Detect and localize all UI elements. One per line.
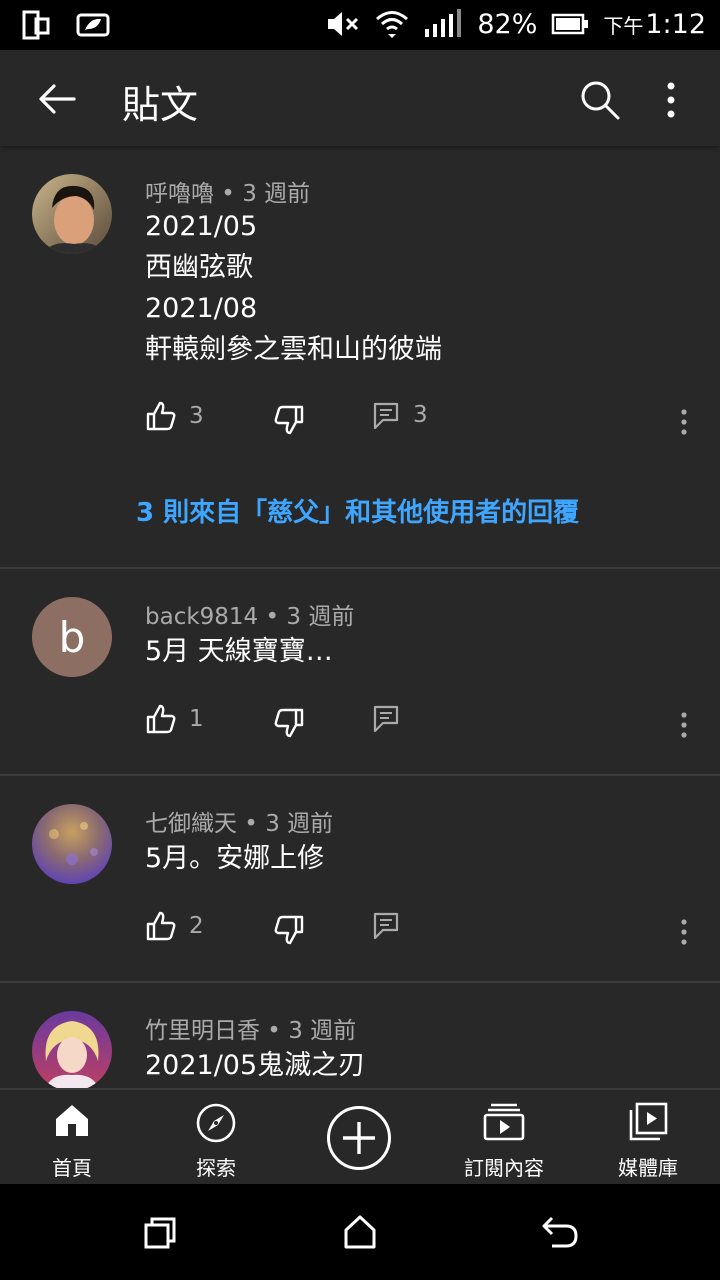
home-button-icon[interactable] <box>343 1214 377 1250</box>
clock-period: 下午 <box>603 13 644 38</box>
reply-button[interactable]: 3 <box>373 400 428 430</box>
comment-age: 3 週前 <box>288 1018 357 1044</box>
comment-line: 軒轅劍參之雲和山的彼端 <box>145 334 442 365</box>
comment-list[interactable]: 呼嚕嚕 • 3 週前 2021/05 西幽弦歌 2021/08 軒轅劍參之雲和山… <box>0 146 720 1090</box>
nav-home[interactable]: 首頁 <box>0 1090 144 1186</box>
thumbs-up-icon <box>146 704 176 734</box>
avatar-letter: b <box>58 612 86 662</box>
page-title: 貼文 <box>122 83 199 127</box>
avatar[interactable] <box>32 174 112 254</box>
nav-explore-label: 探索 <box>196 1156 236 1180</box>
create-icon <box>343 1122 375 1154</box>
like-button[interactable]: 3 <box>145 400 204 432</box>
comment-meta: 竹里明日香 • 3 週前 <box>145 1018 357 1044</box>
avatar[interactable] <box>32 1011 112 1090</box>
explore-icon <box>196 1103 236 1143</box>
comment-more-icon[interactable] <box>677 918 691 946</box>
screen-mirror-icon <box>22 10 50 40</box>
like-button[interactable]: 2 <box>145 910 204 942</box>
comment-actions: 3 3 <box>145 400 705 444</box>
comment-more-icon[interactable] <box>677 711 691 739</box>
nav-explore[interactable]: 探索 <box>144 1090 288 1186</box>
comment-item: b back9814 • 3 週前 5月 天線寶寶… 1 <box>0 569 720 776</box>
comment-author[interactable]: 竹里明日香 <box>145 1018 260 1044</box>
battery-percent: 82% <box>477 8 538 40</box>
comment-author[interactable]: 七御織天 <box>145 811 237 837</box>
avatar[interactable]: b <box>32 597 112 677</box>
comment-line: 2021/08 <box>145 293 258 324</box>
comment-age: 3 週前 <box>265 811 334 837</box>
comment-text: 2021/05 西幽弦歌 2021/08 軒轅劍參之雲和山的彼端 <box>145 206 442 370</box>
wifi-icon <box>376 11 409 38</box>
reply-button[interactable] <box>373 703 399 733</box>
comment-author[interactable]: 呼嚕嚕 <box>145 181 214 207</box>
subscriptions-icon <box>483 1103 525 1141</box>
dislike-button[interactable] <box>273 404 305 436</box>
home-icon <box>56 1105 88 1136</box>
status-bar: 82% 下午1:12 <box>0 0 720 50</box>
clock-time: 1:12 <box>645 8 706 40</box>
view-replies-link[interactable]: 3 則來自「慈父」和其他使用者的回覆 <box>136 492 579 529</box>
like-count: 1 <box>189 706 204 732</box>
more-options-icon[interactable] <box>656 78 686 122</box>
comment-actions: 2 <box>145 910 705 954</box>
comment-item: 竹里明日香 • 3 週前 2021/05鬼滅之刃 <box>0 983 720 1090</box>
comment-text: 5月 天線寶寶… <box>145 631 333 672</box>
thumbs-down-icon <box>274 915 304 945</box>
comment-text: 5月。安娜上修 <box>145 838 324 879</box>
comment-actions: 1 <box>145 703 705 747</box>
mute-icon <box>328 12 359 36</box>
comment-meta: 呼嚕嚕 • 3 週前 <box>145 181 311 207</box>
recent-apps-icon[interactable] <box>143 1216 177 1250</box>
thumbs-up-icon <box>146 911 176 941</box>
create-button[interactable] <box>327 1106 391 1170</box>
thumbs-up-icon <box>146 401 176 431</box>
reply-count: 3 <box>413 402 428 428</box>
nav-home-label: 首頁 <box>52 1156 92 1180</box>
comment-author[interactable]: back9814 <box>145 604 258 630</box>
like-button[interactable]: 1 <box>145 703 204 735</box>
comment-item: 七御織天 • 3 週前 5月。安娜上修 2 <box>0 776 720 983</box>
comment-age: 3 週前 <box>242 181 311 207</box>
like-count: 3 <box>189 403 204 429</box>
comment-line: 5月。安娜上修 <box>145 843 325 874</box>
like-count: 2 <box>189 913 204 939</box>
comment-item: 呼嚕嚕 • 3 週前 2021/05 西幽弦歌 2021/08 軒轅劍參之雲和山… <box>0 146 720 569</box>
comment-icon <box>373 402 399 430</box>
dislike-button[interactable] <box>273 914 305 946</box>
comment-meta: back9814 • 3 週前 <box>145 604 355 630</box>
clock: 下午1:12 <box>603 9 706 40</box>
search-icon[interactable] <box>578 78 622 122</box>
comment-more-icon[interactable] <box>677 408 691 436</box>
library-icon <box>629 1102 668 1141</box>
comment-icon <box>373 912 399 940</box>
back-arrow-icon[interactable] <box>34 76 80 122</box>
nav-library-label: 媒體庫 <box>618 1156 678 1180</box>
thumbs-down-icon <box>274 708 304 738</box>
nav-subscriptions[interactable]: 訂閱內容 <box>432 1090 576 1186</box>
nav-subscriptions-label: 訂閱內容 <box>464 1156 544 1180</box>
avatar[interactable] <box>32 804 112 884</box>
leaf-notification-icon <box>76 13 110 37</box>
back-button-icon[interactable] <box>540 1214 580 1250</box>
comment-icon <box>373 705 399 733</box>
bottom-navigation: 首頁 探索 訂閱內容 媒體庫 <box>0 1088 720 1186</box>
thumbs-down-icon <box>274 405 304 435</box>
comment-line: 2021/05鬼滅之刃 <box>145 1050 366 1081</box>
signal-icon <box>425 9 462 37</box>
nav-library[interactable]: 媒體庫 <box>576 1090 720 1186</box>
comment-line: 2021/05 <box>145 211 258 242</box>
comment-line: 西幽弦歌 <box>145 252 253 283</box>
app-bar: 貼文 <box>0 50 720 146</box>
dislike-button[interactable] <box>273 707 305 739</box>
comment-text: 2021/05鬼滅之刃 <box>145 1045 365 1086</box>
system-navigation-bar <box>0 1184 720 1280</box>
battery-icon <box>552 13 589 35</box>
comment-meta: 七御織天 • 3 週前 <box>145 811 334 837</box>
comment-line: 5月 天線寶寶… <box>145 636 333 667</box>
comment-age: 3 週前 <box>286 604 355 630</box>
reply-button[interactable] <box>373 910 399 940</box>
